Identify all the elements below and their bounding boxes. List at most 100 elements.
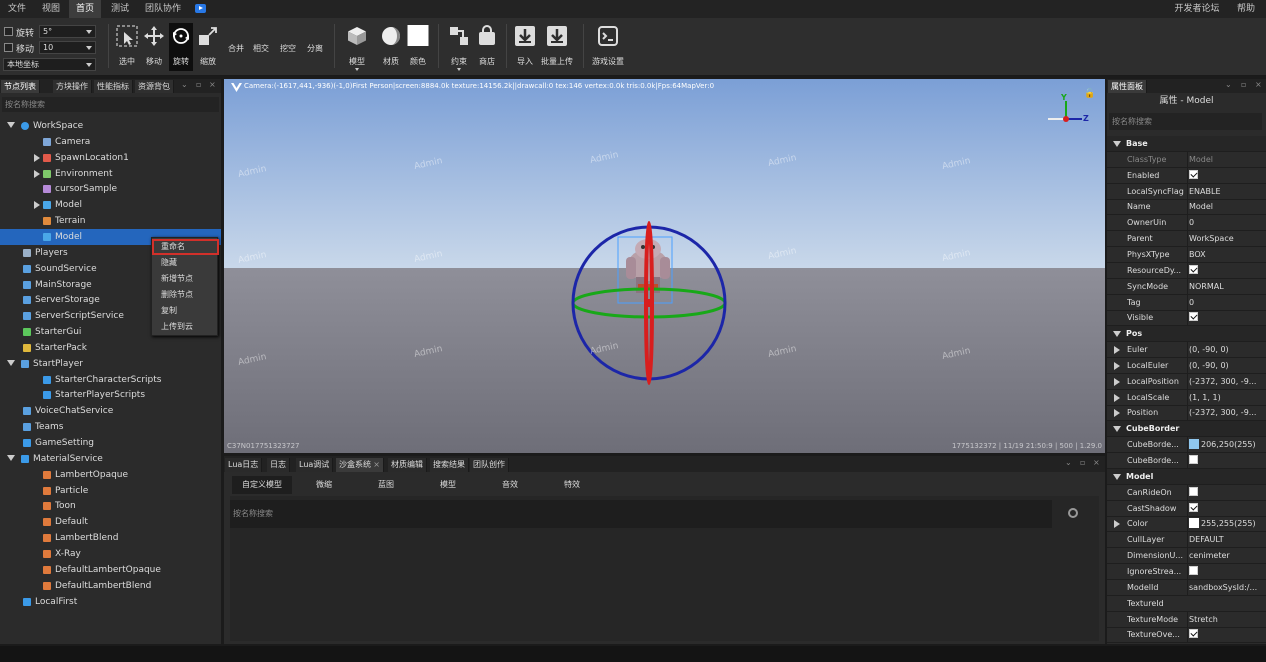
expand-down-icon[interactable] xyxy=(1113,141,1121,147)
props-section-header[interactable]: Base xyxy=(1107,136,1266,152)
property-value[interactable]: Stretch xyxy=(1187,611,1259,628)
property-row[interactable]: CubeBorde... xyxy=(1107,453,1266,469)
property-row[interactable]: LocalScale (1, 1, 1) xyxy=(1107,389,1266,406)
property-value[interactable]: sandboxSysId:/... xyxy=(1187,579,1259,596)
coord-space-select[interactable]: 本地坐标 xyxy=(3,58,96,71)
tree-node[interactable]: Toon xyxy=(0,498,221,514)
checkbox[interactable] xyxy=(1189,629,1198,639)
rotate-tool-button[interactable]: 旋转 xyxy=(169,23,193,71)
color-swatch[interactable] xyxy=(1189,518,1199,529)
props-section-header[interactable]: Model xyxy=(1107,468,1266,485)
checkbox[interactable] xyxy=(1189,169,1198,179)
tree-node[interactable]: DefaultLambertBlend xyxy=(0,578,221,594)
tree-node[interactable]: MaterialService xyxy=(0,451,221,467)
property-row[interactable]: TextureId xyxy=(1107,596,1266,612)
record-icon[interactable] xyxy=(195,4,206,13)
category-custom-model[interactable]: 自定义模型 xyxy=(232,476,292,494)
property-value[interactable]: 206,250(255) xyxy=(1187,437,1259,454)
tree-node[interactable]: LambertBlend xyxy=(0,530,221,546)
props-section-header[interactable]: Pos xyxy=(1107,326,1266,343)
property-value[interactable]: Model xyxy=(1187,199,1259,216)
popout-icon[interactable]: ▫ xyxy=(1241,80,1246,89)
property-value[interactable]: (0, -90, 0) xyxy=(1187,342,1259,359)
property-value[interactable]: 0 xyxy=(1187,215,1259,232)
asset-search-input[interactable]: 按名称搜索 xyxy=(230,500,1052,528)
tree-node[interactable]: Model xyxy=(0,197,221,213)
color-swatch[interactable] xyxy=(1189,439,1199,450)
property-value[interactable]: WorkSpace xyxy=(1187,231,1259,248)
batch-upload-button[interactable]: 批量上传 xyxy=(540,23,574,71)
chevron-down-icon[interactable]: ⌄ xyxy=(1225,80,1232,89)
property-row[interactable]: TextureOve... xyxy=(1107,627,1266,644)
checkbox[interactable] xyxy=(1189,486,1198,496)
tab-node-list[interactable]: 节点列表 xyxy=(1,80,40,93)
category-blueprint[interactable]: 蓝图 xyxy=(356,476,416,494)
property-value[interactable]: 255,255(255) xyxy=(1187,516,1259,533)
tree-node[interactable]: StarterPlayerScripts xyxy=(0,387,221,403)
category-model[interactable]: 模型 xyxy=(418,476,478,494)
tree-node[interactable]: Environment xyxy=(0,166,221,182)
chevron-down-icon[interactable]: ⌄ xyxy=(181,80,188,89)
expand-right-icon[interactable] xyxy=(1114,393,1120,402)
ctx-copy[interactable]: 复制 xyxy=(152,303,219,319)
property-row[interactable]: CullLayer DEFAULT xyxy=(1107,532,1266,549)
property-value[interactable] xyxy=(1187,627,1259,644)
category-micro[interactable]: 微缩 xyxy=(294,476,354,494)
property-value[interactable]: DEFAULT xyxy=(1187,532,1259,549)
tab-block-ops[interactable]: 方块操作 xyxy=(53,80,92,93)
expand-right-icon[interactable] xyxy=(34,153,40,162)
tab-lua-log[interactable]: Lua日志 xyxy=(225,458,263,472)
close-icon[interactable]: × xyxy=(1093,458,1100,467)
property-row[interactable]: Parent WorkSpace xyxy=(1107,231,1266,248)
tree-node[interactable]: Camera xyxy=(0,134,221,150)
game-settings-button[interactable]: 游戏设置 xyxy=(590,23,626,71)
menu-team[interactable]: 团队协作 xyxy=(141,0,185,18)
tree-node[interactable]: Particle xyxy=(0,483,221,499)
ctx-add-node[interactable]: 新增节点 xyxy=(152,271,219,287)
property-row[interactable]: SyncMode NORMAL xyxy=(1107,278,1266,295)
checkbox[interactable] xyxy=(1189,312,1198,322)
rotate-snap-checkbox[interactable] xyxy=(4,27,13,36)
popout-icon[interactable]: ▫ xyxy=(196,80,201,89)
rotate-snap-select[interactable]: 5° xyxy=(39,25,96,38)
menu-dev-forum[interactable]: 开发者论坛 xyxy=(1174,0,1220,18)
tree-node[interactable]: Teams xyxy=(0,419,221,435)
tree-node[interactable]: WorkSpace xyxy=(0,118,221,134)
import-button[interactable]: 导入 xyxy=(512,23,538,71)
separate-button[interactable]: 分离 xyxy=(305,23,325,71)
property-row[interactable]: Color 255,255(255) xyxy=(1107,516,1266,533)
move-snap-checkbox[interactable] xyxy=(4,43,13,52)
checkbox[interactable] xyxy=(1189,264,1198,274)
property-row[interactable]: ResourceDy... xyxy=(1107,262,1266,279)
property-row[interactable]: LocalSyncFlag ENABLE xyxy=(1107,183,1266,200)
property-value[interactable]: Model xyxy=(1187,151,1259,168)
property-value[interactable]: NORMAL xyxy=(1187,278,1259,295)
expand-down-icon[interactable] xyxy=(1113,473,1121,480)
tab-properties[interactable]: 属性面板 xyxy=(1108,80,1147,93)
close-icon[interactable]: × xyxy=(1255,80,1262,89)
menu-view[interactable]: 视图 xyxy=(36,0,66,18)
property-value[interactable]: (0, -90, 0) xyxy=(1187,357,1259,374)
tab-material-edit[interactable]: 材质编辑 xyxy=(388,458,427,472)
props-section-header[interactable]: CubeBorder xyxy=(1107,421,1266,438)
property-row[interactable]: Euler (0, -90, 0) xyxy=(1107,342,1266,359)
menu-home[interactable]: 首页 xyxy=(69,0,101,18)
scene-viewport[interactable]: Camera:(-1617,441,-936)(-1,0)First Perso… xyxy=(224,79,1105,453)
checkbox[interactable] xyxy=(1189,502,1198,512)
tree-node[interactable]: StarterPack xyxy=(0,340,221,356)
property-row[interactable]: CanRideOn xyxy=(1107,484,1266,501)
tree-node[interactable]: LambertOpaque xyxy=(0,467,221,483)
color-button[interactable]: 颜色 xyxy=(405,23,431,71)
category-sound[interactable]: 音效 xyxy=(480,476,540,494)
property-value[interactable]: ENABLE xyxy=(1187,183,1259,200)
property-row[interactable]: Enabled xyxy=(1107,167,1266,184)
constraint-button[interactable]: 约束 xyxy=(446,23,472,71)
tab-search-results[interactable]: 搜索结果 xyxy=(430,458,469,472)
material-button[interactable]: 材质 xyxy=(378,23,404,71)
expand-right-icon[interactable] xyxy=(1114,377,1120,386)
property-value[interactable] xyxy=(1187,500,1259,517)
settings-icon[interactable] xyxy=(1068,508,1078,518)
node-search-input[interactable]: 按名称搜索 xyxy=(2,97,219,112)
intersect-button[interactable]: 相交 xyxy=(251,23,271,71)
property-row[interactable]: DimensionU... cenimeter xyxy=(1107,548,1266,565)
